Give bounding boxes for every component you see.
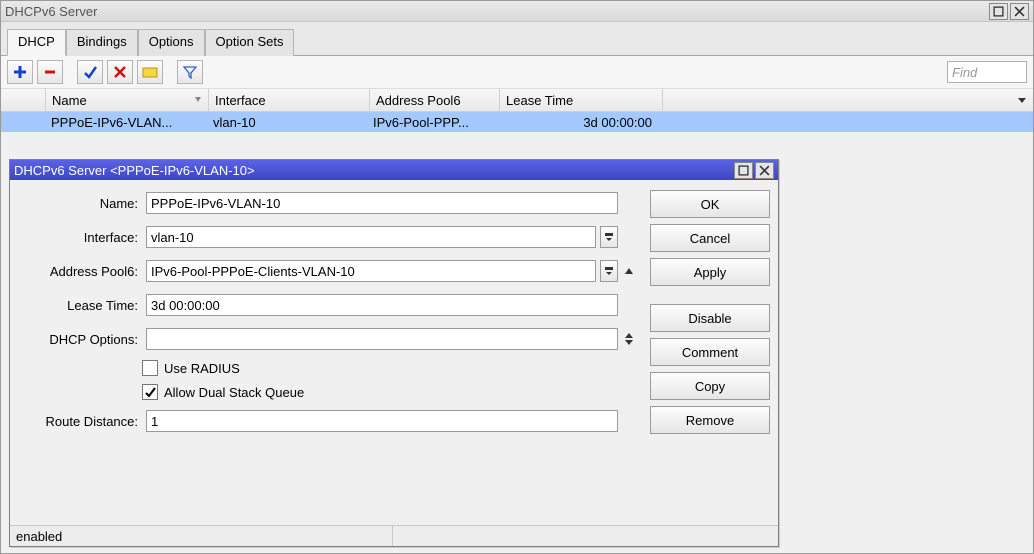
disable-button[interactable] bbox=[107, 60, 133, 84]
pool-dropdown-button[interactable] bbox=[600, 260, 618, 282]
interface-input[interactable] bbox=[146, 226, 596, 248]
sort-indicator-icon bbox=[194, 96, 202, 104]
lease-input[interactable] bbox=[146, 294, 618, 316]
use-radius-label: Use RADIUS bbox=[164, 361, 240, 376]
col-name[interactable]: Name bbox=[46, 89, 209, 111]
apply-button[interactable]: Apply bbox=[650, 258, 770, 286]
dialog-statusbar: enabled bbox=[10, 525, 778, 546]
remove-dialog-button[interactable]: Remove bbox=[650, 406, 770, 434]
find-input[interactable]: Find bbox=[947, 61, 1027, 83]
main-close-button[interactable] bbox=[1010, 3, 1029, 20]
toolbar: Find bbox=[1, 56, 1033, 89]
options-spinner[interactable] bbox=[622, 332, 636, 346]
dialog-title: DHCPv6 Server <PPPoE-IPv6-VLAN-10> bbox=[14, 163, 732, 178]
name-input[interactable] bbox=[146, 192, 618, 214]
col-lease[interactable]: Lease Time bbox=[500, 89, 663, 111]
dialog-close-button[interactable] bbox=[755, 162, 774, 179]
remove-button[interactable] bbox=[37, 60, 63, 84]
main-restore-button[interactable] bbox=[989, 3, 1008, 20]
pool-input[interactable] bbox=[146, 260, 596, 282]
dual-stack-checkbox[interactable] bbox=[142, 384, 158, 400]
interface-label: Interface: bbox=[18, 230, 142, 245]
cell-name: PPPoE-IPv6-VLAN... bbox=[45, 114, 207, 131]
edit-dialog: DHCPv6 Server <PPPoE-IPv6-VLAN-10> Name:… bbox=[9, 159, 779, 547]
pool-label: Address Pool6: bbox=[18, 264, 142, 279]
options-label: DHCP Options: bbox=[18, 332, 142, 347]
copy-button[interactable]: Copy bbox=[650, 372, 770, 400]
interface-dropdown-button[interactable] bbox=[600, 226, 618, 248]
cell-lease: 3d 00:00:00 bbox=[496, 114, 658, 131]
use-radius-checkbox[interactable] bbox=[142, 360, 158, 376]
enable-button[interactable] bbox=[77, 60, 103, 84]
tab-option-sets[interactable]: Option Sets bbox=[205, 29, 295, 56]
cell-pool: IPv6-Pool-PPP... bbox=[367, 114, 496, 131]
name-label: Name: bbox=[18, 196, 142, 211]
tab-bindings[interactable]: Bindings bbox=[66, 29, 138, 56]
col-flag[interactable] bbox=[1, 89, 46, 111]
dialog-titlebar[interactable]: DHCPv6 Server <PPPoE-IPv6-VLAN-10> bbox=[10, 160, 778, 180]
dialog-buttons: OK Cancel Apply Disable Comment Copy Rem… bbox=[650, 190, 770, 519]
tab-dhcp[interactable]: DHCP bbox=[7, 29, 66, 56]
add-button[interactable] bbox=[7, 60, 33, 84]
options-input[interactable] bbox=[146, 328, 618, 350]
col-pool[interactable]: Address Pool6 bbox=[370, 89, 500, 111]
comment-button[interactable] bbox=[137, 60, 163, 84]
route-distance-label: Route Distance: bbox=[18, 414, 142, 429]
filter-button[interactable] bbox=[177, 60, 203, 84]
cancel-button[interactable]: Cancel bbox=[650, 224, 770, 252]
status-text: enabled bbox=[10, 526, 393, 546]
dropdown-icon bbox=[1017, 95, 1027, 105]
tab-options[interactable]: Options bbox=[138, 29, 205, 56]
route-distance-input[interactable] bbox=[146, 410, 618, 432]
cell-interface: vlan-10 bbox=[207, 114, 367, 131]
ok-button[interactable]: OK bbox=[650, 190, 770, 218]
table-header: Name Interface Address Pool6 Lease Time bbox=[1, 89, 1033, 112]
col-interface[interactable]: Interface bbox=[209, 89, 370, 111]
server-table: Name Interface Address Pool6 Lease Time … bbox=[1, 89, 1033, 132]
main-titlebar: DHCPv6 Server bbox=[1, 1, 1033, 22]
comment-dialog-button[interactable]: Comment bbox=[650, 338, 770, 366]
lease-label: Lease Time: bbox=[18, 298, 142, 313]
dual-stack-label: Allow Dual Stack Queue bbox=[164, 385, 304, 400]
tabs: DHCP Bindings Options Option Sets bbox=[1, 22, 1033, 56]
col-menu[interactable] bbox=[663, 89, 1033, 111]
pool-collapse-button[interactable] bbox=[622, 267, 636, 275]
dialog-restore-button[interactable] bbox=[734, 162, 753, 179]
main-window-title: DHCPv6 Server bbox=[5, 4, 987, 19]
disable-button[interactable]: Disable bbox=[650, 304, 770, 332]
dialog-form: Name: Interface: Address Pool6: bbox=[18, 190, 636, 519]
table-row[interactable]: PPPoE-IPv6-VLAN... vlan-10 IPv6-Pool-PPP… bbox=[1, 112, 1033, 132]
